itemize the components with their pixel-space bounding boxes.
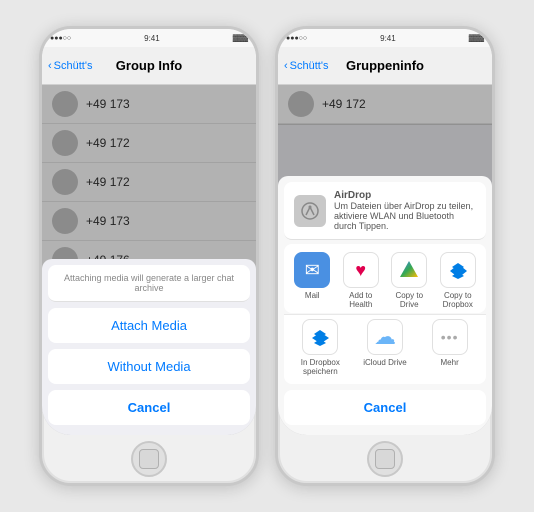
share-sheet-overlay: AirDrop Um Dateien über AirDrop zu teile… — [278, 85, 492, 435]
home-button-inner — [139, 449, 159, 469]
mail-label: Mail — [305, 291, 320, 300]
mail-app-item[interactable]: ✉ Mail — [290, 252, 334, 309]
phones-container: ●●●○○ 9:41 ▓▓▓ ‹ Schütt's Group Info +49… — [29, 16, 505, 496]
right-time: 9:41 — [380, 34, 396, 43]
left-back-label: Schütt's — [54, 60, 93, 72]
modal-overlay: Attaching media will generate a larger c… — [42, 85, 256, 435]
right-nav-bar: ‹ Schütt's Gruppeninfo — [278, 47, 492, 85]
icloud-label: iCloud Drive — [363, 358, 407, 367]
dropbox2-icon — [302, 319, 338, 355]
dropbox2-app-item[interactable]: In Dropbox speichern — [298, 319, 342, 376]
health-app-item[interactable]: ♥ Add to Health — [339, 252, 383, 309]
chevron-left-icon: ‹ — [48, 60, 52, 72]
app-icons-row1: ✉ Mail ♥ Add to Health — [284, 244, 486, 313]
right-signal: ●●●○○ — [286, 35, 307, 42]
dropbox2-label: In Dropbox speichern — [298, 358, 342, 376]
home-button-inner — [375, 449, 395, 469]
drive-label: Copy to Drive — [387, 291, 431, 309]
icloud-icon: ☁ — [367, 319, 403, 355]
left-nav-bar: ‹ Schütt's Group Info — [42, 47, 256, 85]
dropbox-app-item[interactable]: Copy to Dropbox — [436, 252, 480, 309]
health-icon: ♥ — [343, 252, 379, 288]
modal-sheet: Attaching media will generate a larger c… — [42, 259, 256, 435]
app-icons-row2: In Dropbox speichern ☁ iCloud Drive ••• … — [284, 314, 486, 384]
right-cancel-button[interactable]: Cancel — [284, 390, 486, 425]
chevron-left-icon: ‹ — [284, 60, 288, 72]
right-back-button[interactable]: ‹ Schütt's — [284, 60, 328, 72]
dropbox-label: Copy to Dropbox — [436, 291, 480, 309]
mehr-icon: ••• — [432, 319, 468, 355]
right-battery: ▓▓▓ — [469, 35, 484, 42]
airdrop-title: AirDrop — [334, 190, 476, 201]
without-media-button[interactable]: Without Media — [48, 349, 250, 384]
airdrop-text: AirDrop Um Dateien über AirDrop zu teile… — [334, 190, 476, 231]
airdrop-desc: Um Dateien über AirDrop zu teilen, aktiv… — [334, 201, 476, 231]
right-nav-title: Gruppeninfo — [346, 58, 424, 73]
left-cancel-button[interactable]: Cancel — [48, 390, 250, 425]
share-sheet: AirDrop Um Dateien über AirDrop zu teile… — [278, 176, 492, 435]
left-signal: ●●●○○ — [50, 35, 71, 42]
left-back-button[interactable]: ‹ Schütt's — [48, 60, 92, 72]
right-phone: ●●●○○ 9:41 ▓▓▓ ‹ Schütt's Gruppeninfo +4… — [275, 26, 495, 486]
right-back-label: Schütt's — [290, 60, 329, 72]
icloud-app-item[interactable]: ☁ iCloud Drive — [363, 319, 407, 376]
mail-icon: ✉ — [294, 252, 330, 288]
left-battery: ▓▓▓ — [233, 35, 248, 42]
dropbox-icon — [440, 252, 476, 288]
airdrop-row: AirDrop Um Dateien über AirDrop zu teile… — [284, 182, 486, 240]
health-label: Add to Health — [339, 291, 383, 309]
left-home-button[interactable] — [131, 441, 167, 477]
drive-app-item[interactable]: Copy to Drive — [387, 252, 431, 309]
attach-media-button[interactable]: Attach Media — [48, 308, 250, 343]
mehr-app-item[interactable]: ••• Mehr — [428, 319, 472, 376]
airdrop-icon — [294, 195, 326, 227]
right-status-bar: ●●●○○ 9:41 ▓▓▓ — [278, 29, 492, 47]
left-time: 9:41 — [144, 34, 160, 43]
left-status-bar: ●●●○○ 9:41 ▓▓▓ — [42, 29, 256, 47]
right-home-button[interactable] — [367, 441, 403, 477]
right-content: +49 172 — [278, 85, 492, 435]
left-nav-title: Group Info — [116, 58, 182, 73]
left-phone: ●●●○○ 9:41 ▓▓▓ ‹ Schütt's Group Info +49… — [39, 26, 259, 486]
drive-icon — [391, 252, 427, 288]
left-content: +49 173 +49 172 +49 172 +49 173 — [42, 85, 256, 435]
modal-message: Attaching media will generate a larger c… — [48, 265, 250, 302]
mehr-label: Mehr — [441, 358, 459, 367]
